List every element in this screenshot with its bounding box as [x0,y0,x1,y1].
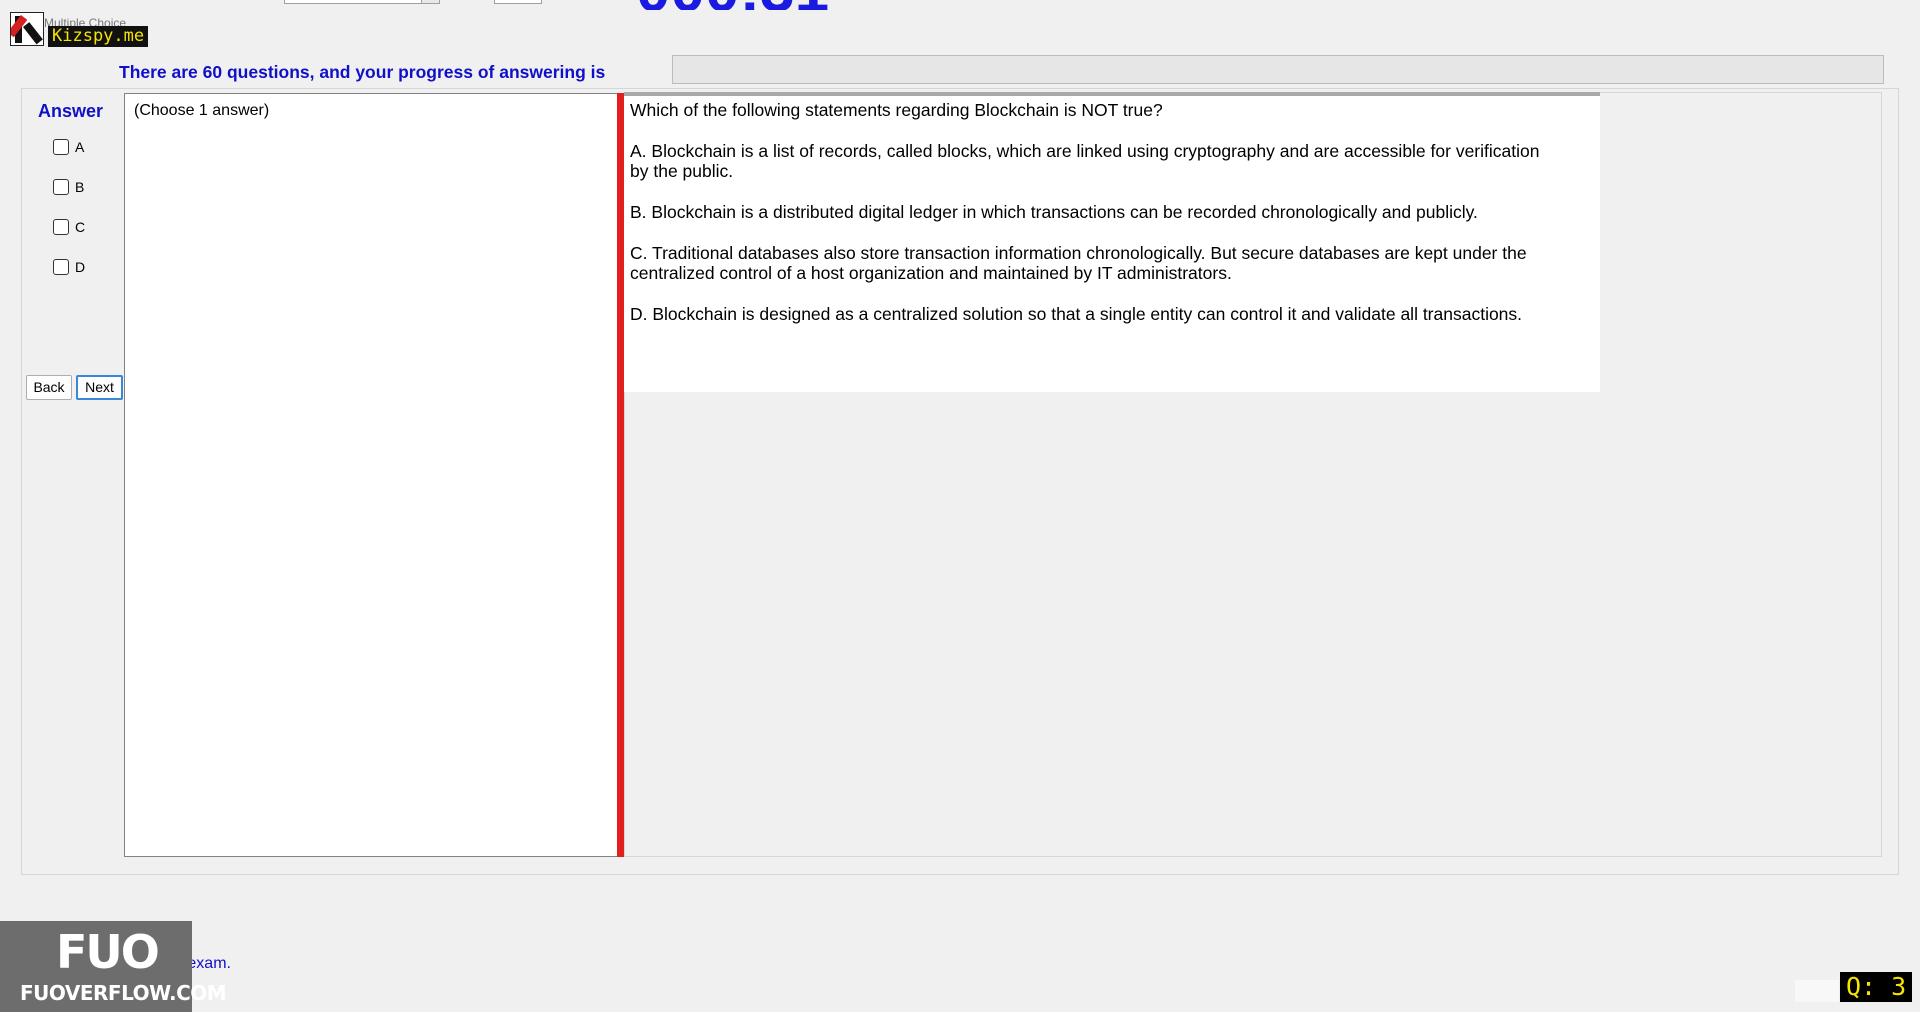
question-indicator: Q: 3 [1840,972,1913,1002]
option-label-d: D [75,259,86,275]
option-label-b: B [75,179,85,195]
choice-panel [124,93,619,857]
question-option-c: C. Traditional databases also store tran… [630,243,1527,283]
question-stem: Which of the following statements regard… [630,100,1163,120]
next-button[interactable]: Next [76,375,123,400]
status-box [1795,980,1839,1002]
answer-option-d[interactable]: D [53,259,85,275]
fuoverflow-watermark: FUO FUOVERFLOW.COM [0,921,227,1012]
progress-bar [672,55,1884,84]
checkbox-a[interactable] [53,139,69,155]
question-option-d: D. Blockchain is designed as a centraliz… [630,304,1523,324]
fuo-logo: FUO [56,925,160,979]
watermark-label: Kizspy.me [48,26,149,47]
countdown-timer: 000:31 [636,0,829,10]
option-label-c: C [75,219,86,235]
answer-option-b[interactable]: B [53,179,84,195]
fuo-site-label: FUOVERFLOW.COM [20,981,227,1005]
question-option-b: B. Blockchain is a distributed digital l… [630,202,1478,222]
answer-heading: Answer [38,101,104,121]
choice-instruction: (Choose 1 answer) [134,102,270,119]
question-option-a: A. Blockchain is a list of records, call… [630,141,1540,181]
progress-label: There are 60 questions, and your progres… [119,62,606,82]
answer-option-a[interactable]: A [53,139,84,155]
chevron-down-icon[interactable] [421,0,439,3]
exam-code-combobox[interactable] [284,0,440,4]
back-button[interactable]: Back [26,375,72,400]
kizspy-watermark: Multiple Choice Kizspy.me [10,12,149,47]
question-box: Which of the following statements regard… [624,92,1600,392]
panel-splitter[interactable] [617,93,624,857]
checkbox-b[interactable] [53,179,69,195]
kizspy-logo-icon [10,12,44,46]
checkbox-d[interactable] [53,259,69,275]
question-number-field[interactable] [494,0,542,4]
option-label-a: A [75,139,85,155]
checkbox-c[interactable] [53,219,69,235]
answer-option-c[interactable]: C [53,219,85,235]
